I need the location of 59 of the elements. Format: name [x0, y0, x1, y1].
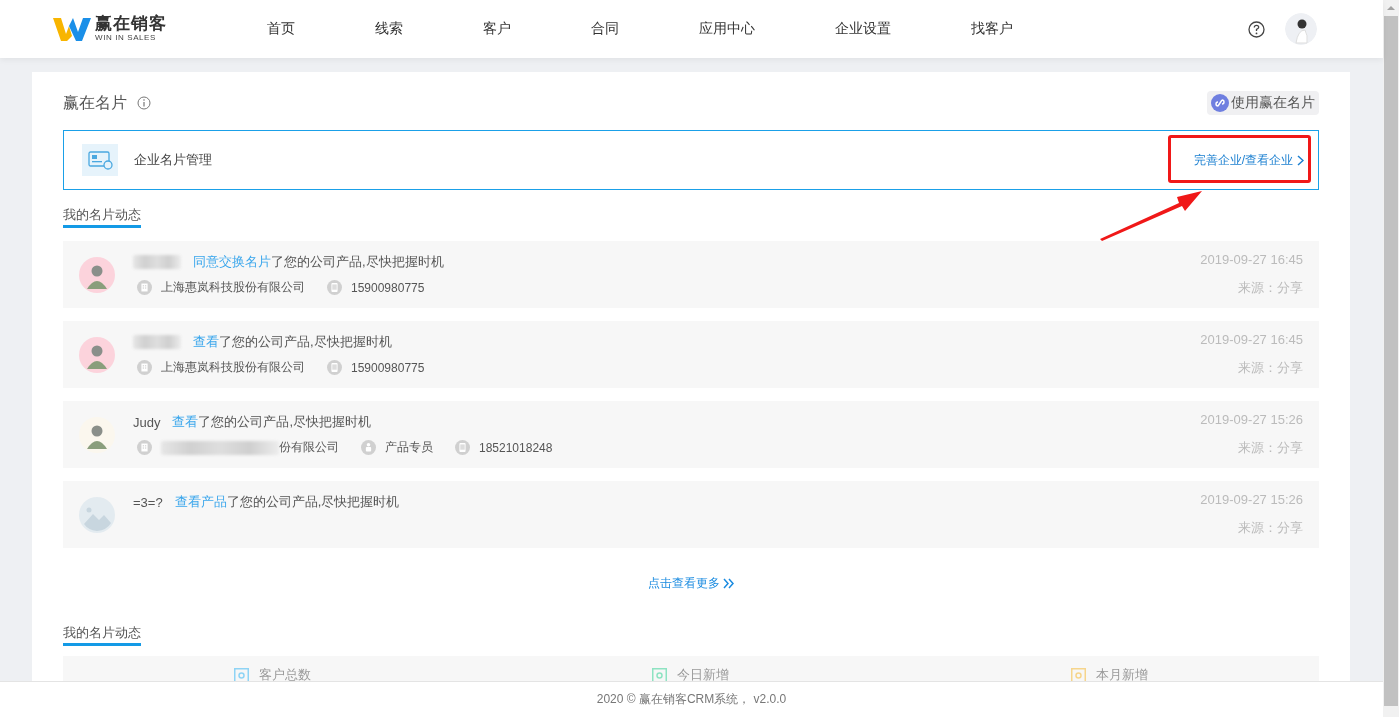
activity-message: 查看了您的公司产品,尽快把握时机 — [193, 333, 392, 351]
stat-label: 本月新增 — [1096, 666, 1149, 681]
company-icon — [137, 440, 152, 455]
nav-item[interactable]: 首页 — [267, 16, 295, 42]
position-icon — [361, 440, 376, 455]
activity-source: 来源：分享 — [1238, 279, 1303, 297]
activity-source: 来源：分享 — [1238, 439, 1303, 457]
phone-text: 15900980775 — [351, 360, 425, 375]
blurred-name — [133, 255, 181, 269]
nav-item[interactable]: 企业设置 — [835, 16, 891, 42]
section-title: 我的名片动态 — [63, 624, 141, 646]
activity-message: 同意交换名片了您的公司产品,尽快把握时机 — [193, 253, 444, 271]
activity-message: 查看产品了您的公司产品,尽快把握时机 — [174, 493, 400, 511]
contact-name: =3=? — [133, 494, 163, 510]
link-icon — [1211, 94, 1229, 112]
scrollbar-thumb[interactable] — [1384, 16, 1398, 706]
company-card-label: 企业名片管理 — [134, 151, 213, 169]
help-icon[interactable] — [1248, 20, 1265, 38]
info-icon[interactable] — [137, 96, 151, 110]
footer-text: 2020 © 赢在销客CRM系统， v2.0.0 — [596, 691, 787, 708]
company-text: 上海惠岚科技股份有限公司 — [161, 359, 305, 376]
logo-subtitle: WIN IN SALES — [95, 33, 157, 43]
phone-text: 18521018248 — [479, 440, 553, 455]
section-title: 我的名片动态 — [63, 206, 141, 228]
activity-time: 2019-09-27 15:26 — [1200, 412, 1303, 427]
use-card-button[interactable]: 使用赢在名片 — [1207, 91, 1319, 115]
phone-icon — [455, 440, 470, 455]
double-chevron-icon — [722, 578, 735, 589]
nav-item[interactable]: 合同 — [591, 16, 619, 42]
phone-icon — [327, 280, 342, 295]
activity-source: 来源：分享 — [1238, 519, 1303, 537]
nav-item[interactable]: 客户 — [483, 16, 511, 42]
company-text: 上海惠岚科技股份有限公司 — [161, 279, 305, 296]
position-text: 产品专员 — [385, 439, 433, 456]
activity-time: 2019-09-27 15:26 — [1200, 492, 1303, 507]
activity-time: 2019-09-27 16:45 — [1200, 252, 1303, 267]
blurred-name — [133, 335, 181, 349]
nav-item[interactable]: 找客户 — [971, 16, 1013, 42]
logo-title: 赢在销客 — [95, 15, 167, 33]
page-title: 赢在名片 — [63, 92, 127, 113]
company-text: 份有限公司 — [279, 439, 339, 456]
activity-time: 2019-09-27 16:45 — [1200, 332, 1303, 347]
company-icon — [137, 360, 152, 375]
activity-message: 查看了您的公司产品,尽快把握时机 — [172, 413, 372, 431]
view-more-link[interactable]: 点击查看更多 — [647, 575, 735, 592]
company-link[interactable]: 完善企业/查看企业 — [1193, 151, 1304, 169]
phone-icon — [327, 360, 342, 375]
stat-label: 今日新增 — [677, 666, 730, 681]
company-icon — [137, 280, 152, 295]
nav-item[interactable]: 线索 — [375, 16, 403, 42]
logo-icon — [53, 16, 91, 42]
contact-name: Judy — [133, 414, 161, 430]
activity-source: 来源：分享 — [1238, 359, 1303, 377]
stat-label: 客户总数 — [258, 666, 311, 681]
user-avatar[interactable] — [1285, 13, 1317, 45]
nav-item[interactable]: 应用中心 — [699, 16, 755, 42]
chevron-right-icon — [1297, 154, 1304, 166]
phone-text: 15900980775 — [351, 280, 425, 295]
business-card-icon — [82, 144, 118, 176]
